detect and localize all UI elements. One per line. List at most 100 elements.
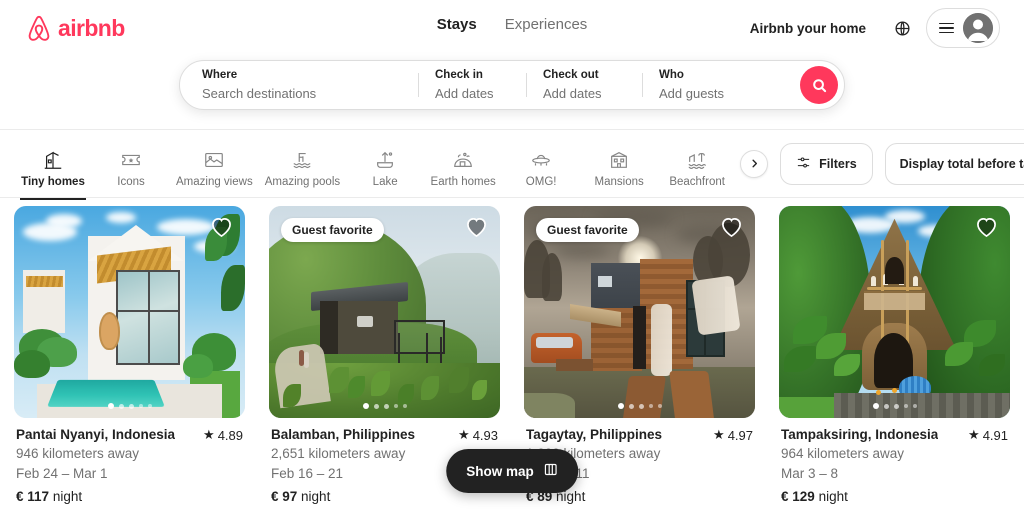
carousel-dot[interactable] xyxy=(893,403,899,409)
price-unit: night xyxy=(52,489,83,505)
favorite-heart-icon[interactable] xyxy=(975,216,998,242)
filters-button[interactable]: Filters xyxy=(780,142,873,185)
listing-rating: ★ 4.91 xyxy=(968,427,1008,443)
carousel-dot[interactable] xyxy=(657,404,662,408)
guest-favorite-badge: Guest favorite xyxy=(536,218,639,242)
carousel-dot[interactable] xyxy=(383,403,389,409)
category-earth-homes[interactable]: Earth homes xyxy=(424,145,502,188)
carousel-dot[interactable] xyxy=(138,404,143,408)
user-account-menu[interactable] xyxy=(926,8,1000,48)
mansion-icon xyxy=(608,149,630,171)
carousel-dot[interactable] xyxy=(402,404,407,408)
favorite-heart-icon[interactable] xyxy=(720,216,743,242)
favorite-heart-icon[interactable] xyxy=(210,216,233,242)
show-map-button[interactable]: Show map xyxy=(446,449,578,493)
airbnb-logo[interactable]: airbnb xyxy=(24,12,125,44)
display-total-before-taxes-row[interactable]: Display total before taxes xyxy=(884,142,1024,185)
nav-tab-experiences[interactable]: Experiences xyxy=(505,16,588,33)
carousel-dot[interactable] xyxy=(883,403,889,409)
listing-title: Tagaytay, Philippines xyxy=(526,427,663,442)
star-icon: ★ xyxy=(203,427,215,442)
carousel-dot[interactable] xyxy=(912,404,917,408)
category-amazing-pools[interactable]: Amazing pools xyxy=(259,145,346,188)
category-bar: Tiny homes Icons Amazing views Amazing p… xyxy=(0,130,1024,200)
category-omg[interactable]: OMG! xyxy=(502,145,580,188)
category-lake[interactable]: Lake xyxy=(346,145,424,188)
listing-card[interactable]: Tampaksiring, Indonesia ★ 4.91 964 kilom… xyxy=(779,206,1010,504)
carousel-dot[interactable] xyxy=(147,404,152,408)
category-mansions[interactable]: Mansions xyxy=(580,145,658,188)
star-icon: ★ xyxy=(713,427,725,442)
search-bar[interactable]: Where Search destinations Check in Add d… xyxy=(179,60,845,110)
favorite-heart-icon[interactable] xyxy=(465,216,488,242)
carousel-dot[interactable] xyxy=(107,403,114,409)
category-label: Amazing views xyxy=(176,176,253,188)
carousel-dot[interactable] xyxy=(362,403,369,409)
photo-carousel-dots[interactable] xyxy=(872,403,917,409)
listing-title-row: Tagaytay, Philippines ★ 4.97 xyxy=(526,426,753,444)
rating-value: 4.89 xyxy=(217,427,243,443)
taxes-toggle-label: Display total before taxes xyxy=(899,156,1024,171)
listing-photo[interactable] xyxy=(779,206,1010,418)
listing-title: Pantai Nyanyi, Indonesia xyxy=(16,427,176,442)
category-label: Amazing pools xyxy=(264,176,341,188)
lake-icon xyxy=(374,149,396,171)
search-who-label: Who xyxy=(659,68,684,81)
listing-rating: ★ 4.93 xyxy=(458,427,498,443)
category-amazing-views[interactable]: Amazing views xyxy=(170,145,259,188)
listing-title-row: Balamban, Philippines ★ 4.93 xyxy=(271,426,498,444)
search-checkin-field[interactable]: Check in Add dates xyxy=(419,61,526,109)
listing-info: Tampaksiring, Indonesia ★ 4.91 964 kilom… xyxy=(779,418,1010,504)
category-beachfront[interactable]: Beachfront xyxy=(658,145,736,188)
search-checkout-field[interactable]: Check out Add dates xyxy=(527,61,642,109)
category-label: Beachfront xyxy=(669,176,725,188)
category-label: Icons xyxy=(117,176,145,188)
listing-title-row: Tampaksiring, Indonesia ★ 4.91 xyxy=(781,426,1008,444)
header-top-bar: airbnb Stays Experiences Airbnb your hom… xyxy=(0,0,1024,56)
listing-photo[interactable] xyxy=(14,206,245,418)
hamburger-icon xyxy=(939,22,954,34)
search-where-input[interactable]: Search destinations xyxy=(202,84,402,104)
airbnb-belo-logo-icon xyxy=(24,12,54,44)
listing-price: € 129 night xyxy=(781,489,1008,504)
carousel-dot[interactable] xyxy=(638,403,644,409)
filters-label: Filters xyxy=(819,156,857,171)
search-where-field[interactable]: Where Search destinations xyxy=(180,61,418,109)
search-where-label: Where xyxy=(202,68,238,81)
rating-value: 4.97 xyxy=(727,427,753,443)
globe-icon[interactable] xyxy=(884,10,920,46)
user-avatar-icon xyxy=(963,13,993,43)
carousel-dot[interactable] xyxy=(393,404,398,408)
carousel-dot[interactable] xyxy=(648,404,653,408)
listing-info: Pantai Nyanyi, Indonesia ★ 4.89 946 kilo… xyxy=(14,418,245,504)
host-your-home-link[interactable]: Airbnb your home xyxy=(738,11,878,46)
carousel-dot[interactable] xyxy=(128,403,134,409)
category-list: Tiny homes Icons Amazing views Amazing p… xyxy=(14,139,736,200)
carousel-dot[interactable] xyxy=(617,403,624,409)
photo-carousel-dots[interactable] xyxy=(362,403,407,409)
omg-ufo-icon xyxy=(530,149,552,171)
category-tiny-homes[interactable]: Tiny homes xyxy=(14,145,92,200)
photo-carousel-dots[interactable] xyxy=(617,403,662,409)
carousel-dot[interactable] xyxy=(373,403,379,409)
ticket-star-icon xyxy=(120,149,142,171)
category-icons[interactable]: Icons xyxy=(92,145,170,188)
nav-tab-stays[interactable]: Stays xyxy=(437,16,477,33)
listing-dates: Feb 24 – Mar 1 xyxy=(16,465,108,481)
search-submit-button[interactable] xyxy=(800,66,838,104)
price-amount: € 117 xyxy=(16,489,50,505)
carousel-dot[interactable] xyxy=(903,404,908,408)
carousel-dot[interactable] xyxy=(118,403,124,409)
category-label: Earth homes xyxy=(430,176,496,188)
listing-title: Tampaksiring, Indonesia xyxy=(781,427,939,442)
listing-photo[interactable]: Guest favorite xyxy=(269,206,500,418)
photo-carousel-dots[interactable] xyxy=(107,403,152,409)
search-checkin-label: Check in xyxy=(435,68,483,81)
star-icon: ★ xyxy=(968,427,980,442)
listing-card[interactable]: Pantai Nyanyi, Indonesia ★ 4.89 946 kilo… xyxy=(14,206,245,504)
listing-photo[interactable]: Guest favorite xyxy=(524,206,755,418)
search-who-field[interactable]: Who Add guests xyxy=(643,61,800,109)
carousel-dot[interactable] xyxy=(628,403,634,409)
carousel-dot[interactable] xyxy=(872,403,879,409)
chevron-right-icon[interactable] xyxy=(740,149,769,178)
